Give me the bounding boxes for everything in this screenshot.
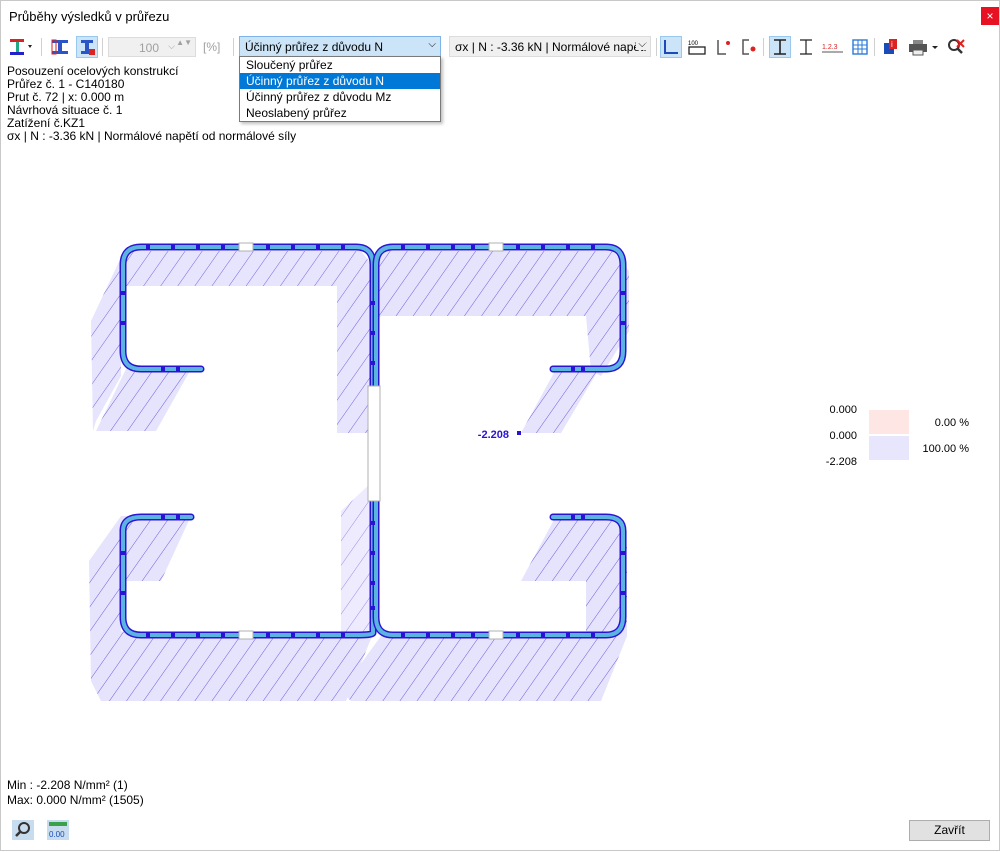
dropdown-option[interactable]: Účinný průřez z důvodu Mz xyxy=(240,89,440,105)
decimals-icon[interactable]: 0.00 xyxy=(46,819,70,841)
min-value: Min : -2.208 N/mm² (1) xyxy=(7,778,128,792)
stress-area-bottom-left xyxy=(89,516,376,701)
section-type-dropdown: Sloučený průřez Účinný průřez z důvodu N… xyxy=(239,56,441,122)
legend-color-negative xyxy=(869,436,909,460)
legend-value: 0.000 xyxy=(829,404,857,416)
max-value: Max: 0.000 N/mm² (1505) xyxy=(7,793,144,807)
stress-value-label: -2.208 xyxy=(478,429,509,441)
dropdown-option[interactable]: Neoslabený průřez xyxy=(240,105,440,121)
legend-percent: 0.00 % xyxy=(934,417,969,429)
dropdown-option-selected[interactable]: Účinný průřez z důvodu N xyxy=(240,73,440,89)
min-max-block: Min : -2.208 N/mm² (1) Max: 0.000 N/mm² … xyxy=(7,778,144,808)
dialog-window: Průběhy výsledků v průřezu × 100 1.2.3 i… xyxy=(0,0,1000,851)
legend-value: 0.000 xyxy=(829,430,857,442)
decimals-label: 0.00 xyxy=(49,830,65,839)
dropdown-option[interactable]: Sloučený průřez xyxy=(240,57,440,73)
legend-value: -2.208 xyxy=(825,456,857,468)
legend-percent: 100.00 % xyxy=(922,443,969,455)
close-button[interactable]: Zavřít xyxy=(909,820,990,841)
legend-color-positive xyxy=(869,410,909,434)
search-icon[interactable] xyxy=(11,819,35,841)
stress-area-top-right xyxy=(341,251,629,433)
legend-values: 0.000 0.000 -2.208 xyxy=(825,404,857,469)
stress-area-top-left xyxy=(91,251,373,433)
